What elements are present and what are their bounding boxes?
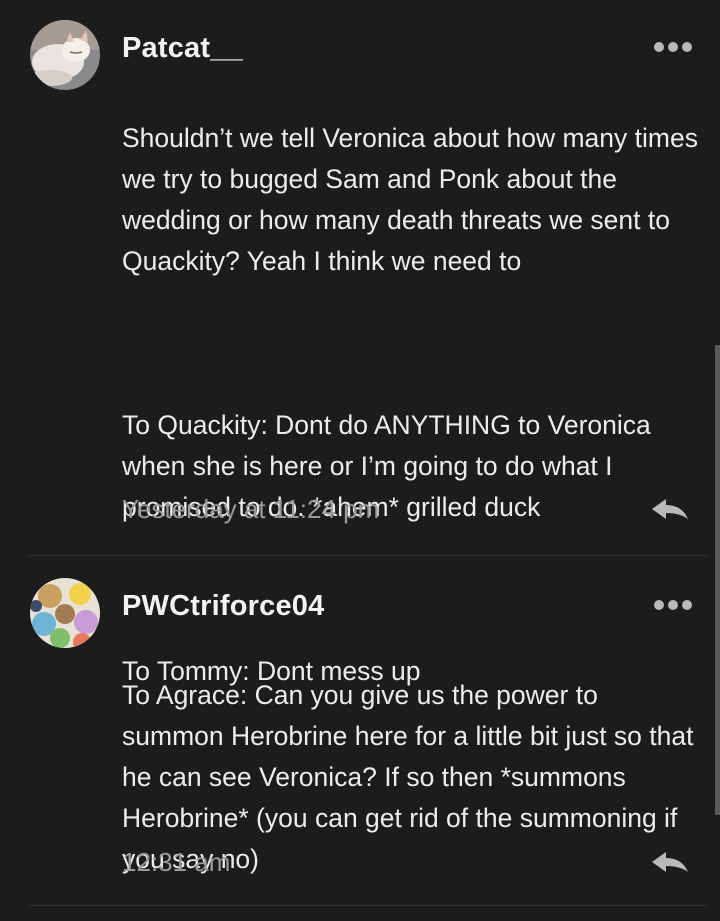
scrollbar[interactable] xyxy=(715,345,720,815)
reply-arrow-icon[interactable] xyxy=(650,850,690,876)
more-options-icon[interactable] xyxy=(654,600,692,610)
eevee-avatar-icon xyxy=(30,578,100,648)
comment-username[interactable]: Patcat__ xyxy=(122,32,243,65)
comment-timestamp: 12:31 am xyxy=(122,847,231,877)
reply-arrow-icon[interactable] xyxy=(650,497,690,523)
comment-username[interactable]: PWCtriforce04 xyxy=(122,590,324,623)
cat-avatar-icon xyxy=(30,20,100,90)
comment-timestamp: Yesterday at 11:24 pm xyxy=(122,494,380,524)
comment-paragraph: Shouldn’t we tell Veronica about how man… xyxy=(122,123,698,276)
comment-divider xyxy=(28,905,708,906)
avatar[interactable] xyxy=(30,578,100,648)
comment-divider xyxy=(28,555,708,556)
avatar[interactable] xyxy=(30,20,100,90)
more-options-icon[interactable] xyxy=(654,42,692,52)
